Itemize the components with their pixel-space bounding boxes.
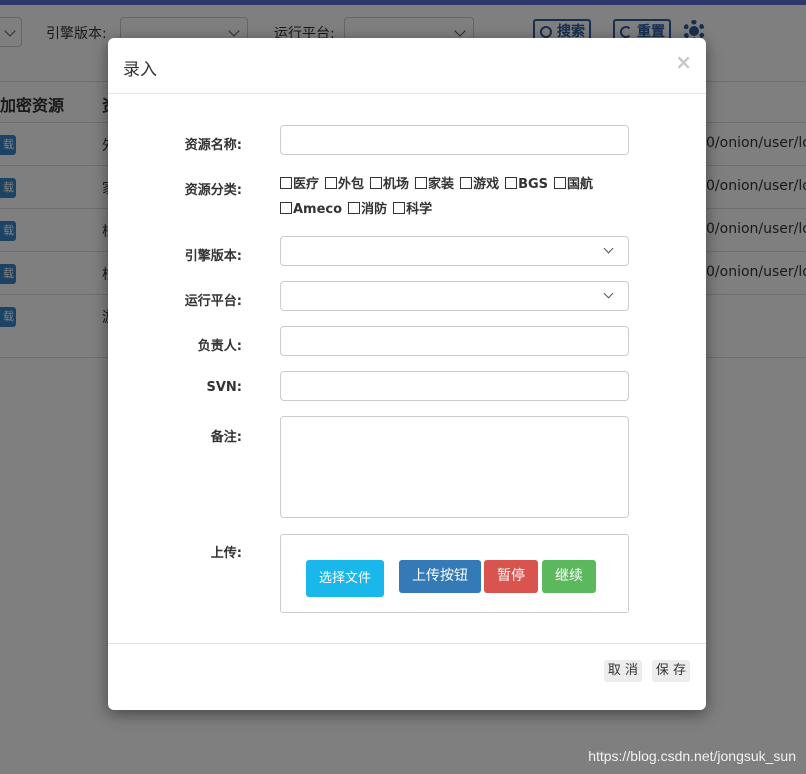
close-icon[interactable]: ×: [675, 50, 692, 74]
category-checkbox[interactable]: 医疗: [280, 172, 319, 197]
cancel-button[interactable]: 取 消: [604, 660, 642, 682]
label-resource-name: 资源名称:: [184, 138, 242, 153]
label-platform: 运行平台:: [184, 294, 242, 309]
checkbox-icon: [348, 202, 361, 214]
category-checkbox[interactable]: 家装: [415, 172, 454, 197]
remark-textarea[interactable]: [280, 416, 629, 518]
label-owner: 负责人:: [197, 339, 242, 354]
category-checkbox[interactable]: 国航: [554, 172, 593, 197]
engine-version-select[interactable]: [280, 236, 629, 266]
category-checkbox-group: 医疗 外包 机场 家装 游戏 BGS 国航 Ameco 消防 科学: [280, 172, 640, 222]
watermark: https://blog.csdn.net/jongsuk_sun: [588, 748, 796, 764]
pause-button[interactable]: 暂停: [484, 560, 538, 593]
label-upload: 上传:: [210, 546, 242, 561]
category-checkbox[interactable]: 外包: [325, 172, 364, 197]
label-remark: 备注:: [210, 430, 242, 445]
category-checkbox[interactable]: BGS: [505, 172, 548, 197]
category-checkbox[interactable]: 机场: [370, 172, 409, 197]
checkbox-icon: [280, 202, 292, 214]
chevron-down-icon: [603, 288, 614, 299]
checkbox-icon: [415, 177, 428, 189]
entry-modal: 录入 × 资源名称: 资源分类: 医疗 外包 机场 家装 游戏 BGS 国航 Ameco 消防…: [108, 38, 706, 710]
category-checkbox[interactable]: 游戏: [460, 172, 499, 197]
platform-select[interactable]: [280, 281, 629, 311]
checkbox-icon: [370, 177, 383, 189]
save-button[interactable]: 保 存: [652, 660, 690, 682]
modal-header: 录入 ×: [108, 38, 706, 94]
checkbox-icon: [280, 177, 292, 189]
resource-name-input[interactable]: [280, 125, 629, 155]
checkbox-icon: [325, 177, 338, 189]
owner-input[interactable]: [280, 326, 629, 356]
upload-button[interactable]: 上传按钮: [399, 560, 481, 593]
category-checkbox[interactable]: 消防: [348, 197, 387, 222]
label-resource-category: 资源分类:: [184, 183, 242, 198]
checkbox-icon: [460, 177, 473, 189]
chevron-down-icon: [603, 243, 614, 254]
svn-input[interactable]: [280, 371, 629, 401]
checkbox-icon: [505, 177, 518, 189]
category-checkbox[interactable]: Ameco: [280, 197, 342, 222]
resume-button[interactable]: 继续: [542, 560, 596, 593]
label-engine-version: 引擎版本:: [184, 249, 242, 264]
checkbox-icon: [393, 202, 406, 214]
category-checkbox[interactable]: 科学: [393, 197, 432, 222]
label-svn: SVN:: [206, 380, 242, 395]
upload-panel: 选择文件 上传按钮 暂停 继续: [280, 534, 629, 613]
checkbox-icon: [554, 177, 567, 189]
choose-file-button[interactable]: 选择文件: [306, 560, 384, 597]
modal-footer: 取 消 保 存: [108, 643, 706, 710]
modal-title: 录入: [123, 60, 157, 80]
